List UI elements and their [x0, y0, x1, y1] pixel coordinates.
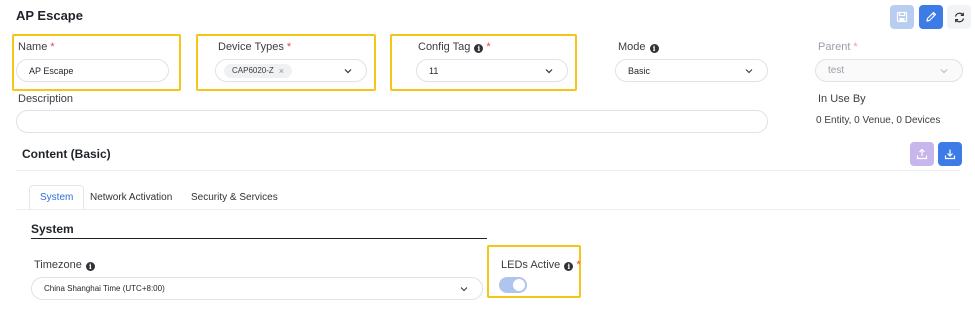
config-tag-select[interactable]: 11	[416, 59, 568, 82]
info-icon: i	[649, 44, 659, 53]
config-tag-label: Config Tag i *	[418, 41, 491, 53]
content-section-title: Content (Basic)	[22, 147, 111, 161]
tab-network-activation[interactable]: Network Activation	[90, 192, 172, 203]
save-icon	[896, 11, 908, 23]
config-tag-value: 11	[429, 65, 439, 76]
tab-security-services[interactable]: Security & Services	[191, 192, 278, 203]
chevron-down-icon	[543, 65, 555, 77]
refresh-icon	[954, 12, 964, 22]
info-icon: i	[474, 44, 484, 53]
name-input[interactable]: AP Escape	[16, 59, 169, 82]
save-button[interactable]	[890, 5, 914, 29]
device-type-tag: CAP6020-Z ×	[224, 63, 293, 78]
edit-icon	[926, 11, 937, 22]
tag-remove-icon[interactable]: ×	[279, 66, 284, 76]
parent-select: test	[815, 59, 963, 82]
timezone-select[interactable]: China Shanghai Time (UTC+8:00)	[31, 277, 483, 300]
description-input[interactable]	[16, 110, 768, 133]
chevron-down-icon	[342, 65, 354, 77]
in-use-by-label: In Use By	[818, 93, 866, 105]
system-section-title: System	[31, 222, 74, 236]
download-icon	[944, 149, 956, 160]
description-label: Description	[18, 93, 74, 105]
in-use-by-value: 0 Entity, 0 Venue, 0 Devices	[816, 115, 941, 126]
section-divider	[16, 170, 960, 171]
parent-value: test	[828, 65, 845, 76]
device-types-select[interactable]: CAP6020-Z ×	[215, 59, 367, 82]
info-icon: i	[564, 262, 574, 271]
timezone-label: Timezone i	[34, 259, 95, 271]
page-title: AP Escape	[16, 8, 83, 23]
info-icon: i	[85, 262, 95, 271]
edit-button[interactable]	[919, 5, 943, 29]
chevron-down-icon	[458, 283, 470, 295]
name-label: Name *	[18, 41, 55, 53]
tabs-divider	[16, 209, 960, 210]
system-section-underline	[31, 238, 487, 239]
upload-icon	[916, 148, 928, 160]
chevron-down-icon	[743, 65, 755, 77]
leds-active-toggle[interactable]	[499, 277, 527, 293]
download-button[interactable]	[938, 142, 962, 166]
chevron-down-icon	[938, 65, 950, 77]
parent-label: Parent *	[818, 41, 858, 53]
name-value: AP Escape	[29, 65, 74, 76]
refresh-button[interactable]	[947, 5, 971, 29]
mode-value: Basic	[628, 65, 651, 76]
mode-select[interactable]: Basic	[615, 59, 768, 82]
mode-label: Mode i	[618, 41, 659, 53]
device-types-label: Device Types *	[218, 41, 292, 53]
leds-active-label: LEDs Active i *	[501, 259, 581, 271]
tab-system[interactable]: System	[29, 185, 85, 210]
upload-button[interactable]	[910, 142, 934, 166]
toggle-knob	[513, 279, 525, 291]
timezone-value: China Shanghai Time (UTC+8:00)	[44, 284, 165, 293]
